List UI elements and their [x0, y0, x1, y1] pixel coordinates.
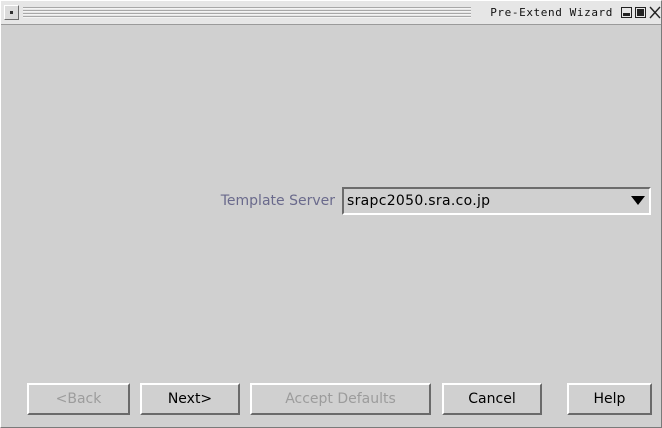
window-menu-dot: [10, 11, 13, 14]
close-icon[interactable]: [649, 6, 661, 19]
template-server-dropdown[interactable]: srapc2050.sra.co.jp: [342, 187, 651, 215]
minimize-icon[interactable]: [621, 7, 632, 18]
cancel-button[interactable]: Cancel: [442, 383, 542, 415]
title-bar[interactable]: Pre-Extend Wizard: [1, 1, 661, 25]
template-server-value: srapc2050.sra.co.jp: [347, 193, 491, 209]
help-button[interactable]: Help: [567, 383, 652, 415]
template-server-label: Template Server: [220, 193, 335, 209]
accept-defaults-button[interactable]: Accept Defaults: [250, 383, 431, 415]
next-button[interactable]: Next>: [140, 383, 240, 415]
triangle-down-icon[interactable]: [631, 196, 645, 205]
window-menu-icon[interactable]: [4, 5, 19, 20]
title-bar-grip: [23, 7, 471, 19]
window-title: Pre-Extend Wizard: [490, 6, 613, 19]
back-button[interactable]: <Back: [27, 383, 130, 415]
maximize-icon[interactable]: [635, 7, 646, 18]
wizard-window: Pre-Extend Wizard Template Server srapc2…: [0, 0, 662, 428]
